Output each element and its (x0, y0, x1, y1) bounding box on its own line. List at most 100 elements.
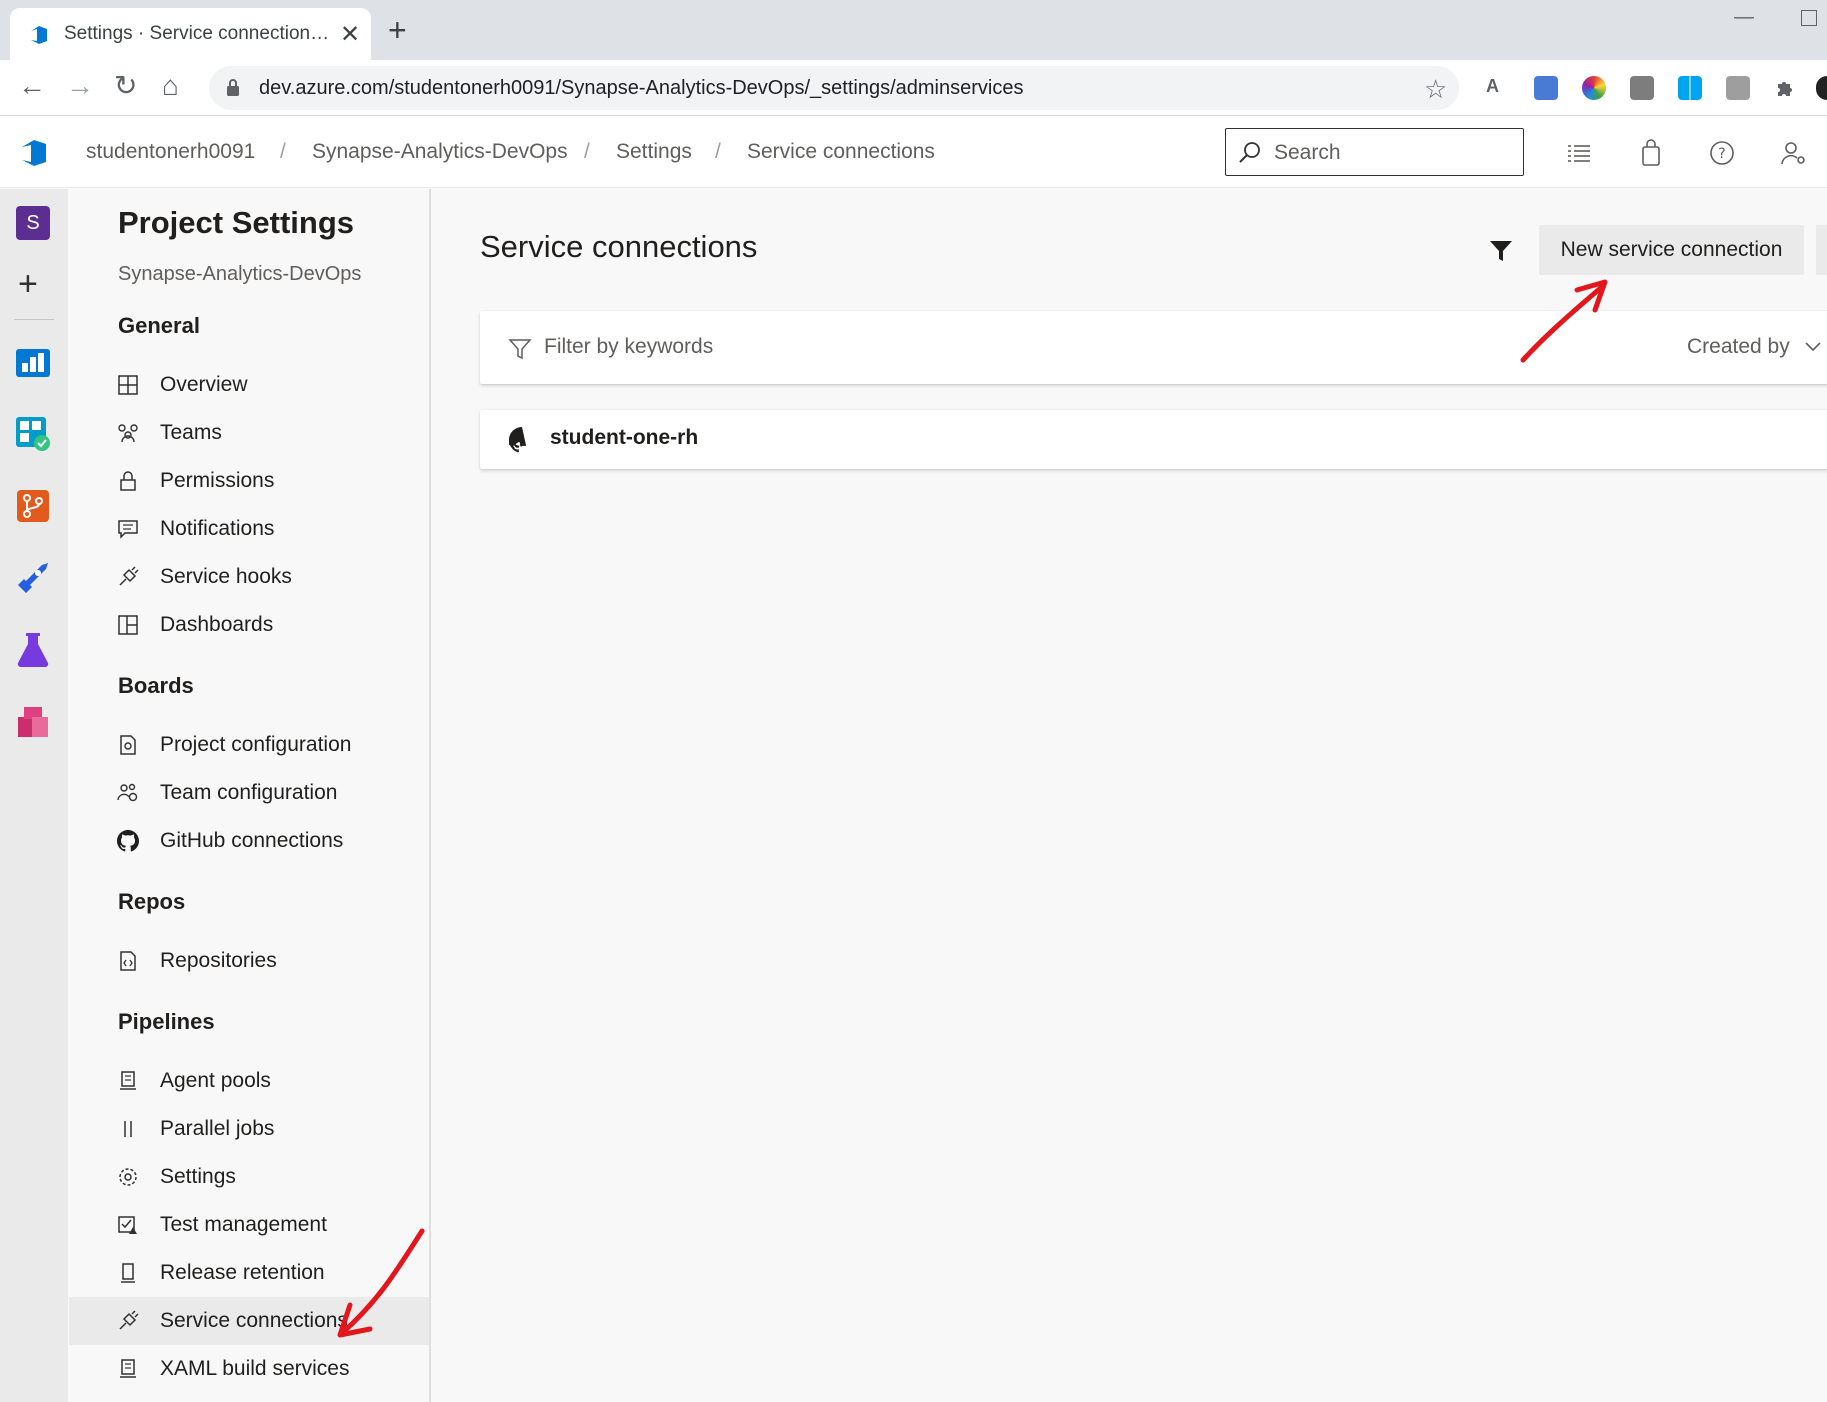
breadcrumb-settings[interactable]: Settings (616, 140, 692, 164)
teams-icon (118, 424, 138, 443)
project-avatar[interactable]: S (16, 206, 50, 240)
document-gear-icon (120, 735, 136, 755)
breadcrumb-organization[interactable]: studentonerh0091 (86, 140, 255, 164)
url-text[interactable]: dev.azure.com/studentonerh0091/Synapse-A… (259, 77, 1023, 100)
azure-devops-logo-icon[interactable] (18, 137, 50, 169)
office-extension-icon[interactable] (1726, 76, 1750, 100)
sidebar-item-dashboards[interactable]: Dashboards (69, 601, 429, 649)
sidebar-item-github-connections[interactable]: GitHub connections (69, 817, 429, 865)
sidebar-item-service-hooks[interactable]: Service hooks (69, 553, 429, 601)
artifacts-icon[interactable] (14, 703, 52, 741)
sidebar-item-label: Repositories (160, 949, 277, 972)
breadcrumb-separator: / (584, 140, 590, 163)
windows-extension-icon[interactable] (1678, 76, 1702, 100)
filter-bar[interactable]: Filter by keywords Created by (480, 311, 1827, 384)
page-title: Service connections (480, 229, 758, 264)
chevron-down-icon[interactable] (1802, 335, 1824, 357)
sidebar-item-overview[interactable]: Overview (69, 361, 429, 409)
breadcrumb-service-connections[interactable]: Service connections (747, 140, 935, 164)
add-icon[interactable]: + (18, 267, 38, 301)
more-actions-button[interactable] (1816, 225, 1827, 275)
browser-tab[interactable]: Settings · Service connections (Synapse-… (10, 8, 371, 60)
back-button[interactable]: ← (18, 72, 46, 100)
ado-header: studentonerh0091 / Synapse-Analytics-Dev… (0, 117, 1827, 188)
test-icon (118, 1216, 137, 1234)
tab-title: Settings · Service connections (Synapse-… (64, 23, 334, 44)
gear-icon (119, 1168, 137, 1186)
home-button[interactable]: ⌂ (162, 72, 179, 100)
sidebar-item-notifications[interactable]: Notifications (69, 505, 429, 553)
address-bar[interactable]: dev.azure.com/studentonerh0091/Synapse-A… (209, 66, 1459, 110)
sidebar-item-parallel-jobs[interactable]: Parallel jobs (69, 1105, 429, 1153)
translate-extension-icon[interactable]: A (1486, 76, 1510, 100)
test-plans-icon[interactable] (14, 631, 52, 669)
reader-extension-icon[interactable] (1534, 76, 1558, 100)
sidebar-item-project-configuration[interactable]: Project configuration (69, 721, 429, 769)
section-heading-general: General (118, 313, 200, 338)
bookmark-star-icon[interactable]: ☆ (1424, 74, 1447, 105)
minimize-button[interactable]: — (1734, 6, 1754, 29)
service-connection-name[interactable]: student-one-rh (550, 426, 698, 450)
boards-icon[interactable] (14, 415, 52, 453)
project-settings-sidebar: Project Settings Synapse-Analytics-DevOp… (69, 189, 431, 1402)
repos-icon[interactable] (14, 487, 52, 525)
annotation-arrow-new-connection (1520, 279, 1608, 363)
sidebar-item-label: Settings (160, 1165, 236, 1188)
reload-button[interactable]: ↻ (114, 72, 137, 100)
rail-divider (14, 319, 54, 320)
filter-keywords-input[interactable]: Filter by keywords (544, 335, 713, 359)
forward-button[interactable]: → (66, 72, 94, 100)
sidebar-item-permissions[interactable]: Permissions (69, 457, 429, 505)
work-items-icon[interactable] (1565, 139, 1593, 167)
pipelines-icon[interactable] (14, 559, 52, 597)
new-service-connection-button[interactable]: New service connection (1539, 225, 1804, 275)
sidebar-item-label: Teams (160, 421, 222, 444)
sidebar-item-settings[interactable]: Settings (69, 1153, 429, 1201)
search-icon (1239, 142, 1260, 163)
sidebar-item-repositories[interactable]: Repositories (69, 937, 429, 985)
maximize-button[interactable] (1801, 10, 1817, 26)
filter-icon[interactable] (1488, 238, 1514, 264)
sidebar-item-label: Permissions (160, 469, 275, 492)
section-heading-repos: Repos (118, 889, 186, 914)
github-icon (117, 830, 139, 852)
search-input[interactable]: Search (1225, 128, 1524, 176)
lock-icon (120, 471, 136, 491)
service-connection-row[interactable]: student-one-rh (480, 410, 1827, 469)
profile-avatar[interactable] (1816, 76, 1827, 100)
agent-icon (120, 1359, 136, 1378)
sidebar-item-label: GitHub connections (160, 829, 344, 852)
code-file-icon (120, 951, 136, 971)
notification-icon (118, 520, 138, 539)
bold-extension-icon[interactable] (1630, 76, 1654, 100)
sidebar-item-team-configuration[interactable]: Team configuration (69, 769, 429, 817)
agent-icon (120, 1071, 136, 1090)
sidebar-item-xaml-build-services[interactable]: XAML build services (69, 1345, 429, 1393)
sidebar-item-label: Agent pools (160, 1069, 271, 1092)
sidebar-item-agent-pools[interactable]: Agent pools (69, 1057, 429, 1105)
sidebar-item-label: Parallel jobs (160, 1117, 275, 1140)
section-heading-boards: Boards (118, 673, 194, 698)
marketplace-bag-icon[interactable] (1637, 139, 1665, 167)
sidebar-item-label: Release retention (160, 1261, 325, 1284)
sidebar-item-label: Service hooks (160, 565, 292, 588)
user-settings-icon[interactable] (1780, 139, 1808, 167)
sidebar-item-label: Service connections (160, 1309, 348, 1332)
browser-toolbar: ← → ↻ ⌂ dev.azure.com/studentonerh0091/S… (0, 60, 1827, 116)
left-navigation-rail: S + (0, 189, 68, 1402)
dashboard-icon (118, 615, 138, 635)
created-by-dropdown[interactable]: Created by (1687, 335, 1790, 359)
puzzle-extension-icon[interactable] (1774, 76, 1798, 100)
sidebar-item-teams[interactable]: Teams (69, 409, 429, 457)
sidebar-item-label: Test management (160, 1213, 327, 1236)
browser-tabstrip: Settings · Service connections (Synapse-… (0, 0, 1827, 60)
breadcrumb-project[interactable]: Synapse-Analytics-DevOps (312, 140, 568, 164)
color-picker-extension-icon[interactable] (1582, 76, 1606, 100)
new-tab-button[interactable]: + (388, 14, 407, 46)
main-content: Service connections New service connecti… (432, 189, 1827, 1402)
annotation-arrow-service-connections (337, 1228, 425, 1338)
help-icon[interactable]: ? (1708, 139, 1736, 167)
overview-service-icon[interactable] (14, 343, 52, 381)
section-heading-pipelines: Pipelines (118, 1009, 215, 1034)
tab-close-icon[interactable]: ✕ (340, 20, 360, 49)
